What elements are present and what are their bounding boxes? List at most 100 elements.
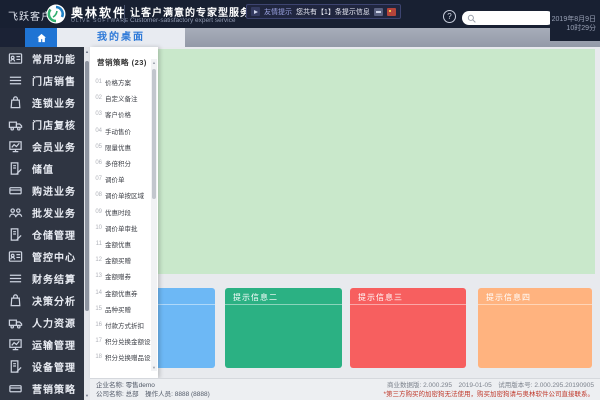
help-icon[interactable]: ? bbox=[443, 10, 456, 23]
item-label: 调价单按区域 bbox=[105, 193, 144, 201]
prompt-card-title: 提示信息四 bbox=[478, 288, 592, 305]
tab-my-desktop[interactable]: 我的桌面 bbox=[57, 28, 185, 47]
submenu-title: 营销策略 (23) bbox=[97, 58, 147, 67]
submenu-item-limited-offer[interactable]: 05 限量优惠 bbox=[94, 139, 158, 155]
item-label: 多倍积分 bbox=[105, 161, 131, 169]
brand-name-en: OLIVE SOFTWARE bbox=[71, 18, 130, 24]
cn-flag-icon bbox=[386, 7, 396, 16]
truck-icon bbox=[8, 117, 23, 132]
scrollbar-thumb[interactable] bbox=[85, 61, 89, 311]
collapse-icon[interactable] bbox=[373, 7, 383, 16]
item-number: 11 bbox=[95, 240, 102, 247]
submenu-item-multi-points[interactable]: 06 多倍积分 bbox=[94, 155, 158, 171]
submenu-item-price-adjust[interactable]: 07 调价单 bbox=[94, 171, 158, 187]
item-number: 04 bbox=[95, 127, 102, 134]
submenu-item-price-plan[interactable]: 01 价格方案 bbox=[94, 74, 158, 90]
sidebar-item-purchasing[interactable]: 购进业务 bbox=[0, 179, 90, 201]
prompt-panel-large[interactable] bbox=[157, 49, 595, 274]
menu-lines-icon bbox=[8, 271, 23, 286]
scroll-up-icon[interactable]: ▲ bbox=[151, 60, 157, 65]
submenu-item-payment-discount[interactable]: 16 付款方式折扣 bbox=[94, 317, 158, 333]
sidebar-item-stored-value[interactable]: 储值 bbox=[0, 157, 90, 179]
scrollbar-thumb[interactable] bbox=[152, 69, 156, 199]
home-icon bbox=[34, 32, 49, 44]
prompt-card-4[interactable]: 提示信息四 bbox=[478, 288, 592, 368]
submenu-item-points-gift[interactable]: 18 积分兑换赠品设置 bbox=[94, 349, 158, 365]
item-number: 12 bbox=[95, 257, 102, 264]
sidebar-item-label: 常用功能 bbox=[32, 54, 76, 66]
sidebar-item-finance-settlement[interactable]: 财务结算 bbox=[0, 267, 90, 289]
tab-row-corner bbox=[0, 28, 25, 47]
item-number: 09 bbox=[95, 208, 102, 215]
prompt-card-2[interactable]: 提示信息二 bbox=[225, 288, 342, 368]
submenu-item-manual-price[interactable]: 04 手动售价 bbox=[94, 123, 158, 139]
sidebar-item-label: 储值 bbox=[32, 164, 54, 176]
sidebar-item-human-resources[interactable]: 人力资源 bbox=[0, 311, 90, 333]
doc-edit-icon bbox=[8, 359, 23, 374]
submenu-item-points-amount[interactable]: 17 积分兑换金额设置 bbox=[94, 333, 158, 349]
item-number: 16 bbox=[95, 321, 102, 328]
truck-icon bbox=[8, 315, 23, 330]
search-box bbox=[462, 11, 554, 25]
sidebar-item-chain-business[interactable]: 连锁业务 bbox=[0, 91, 90, 113]
submenu-item-amount-discount[interactable]: 11 金额优惠 bbox=[94, 236, 158, 252]
version-info: 商业数据版: 2.000.295 2019-01-05 试用版本号: 2.000… bbox=[386, 382, 594, 389]
play-icon[interactable] bbox=[251, 7, 260, 16]
notification-message[interactable]: 您共有【1】条提示信息 bbox=[296, 7, 370, 17]
sidebar-item-control-center[interactable]: 管控中心 bbox=[0, 245, 90, 267]
id-card-icon bbox=[8, 51, 23, 66]
sidebar-item-common-functions[interactable]: 常用功能 bbox=[0, 47, 90, 69]
submenu-item-amount-gift[interactable]: 12 金额买赠 bbox=[94, 252, 158, 268]
notification-bar[interactable]: 友情提示 您共有【1】条提示信息 bbox=[246, 4, 401, 19]
sidebar-item-marketing-strategy[interactable]: 营销策略 bbox=[0, 377, 90, 399]
sidebar-item-label: 决策分析 bbox=[32, 296, 76, 308]
bag-icon bbox=[8, 293, 23, 308]
search-input[interactable] bbox=[476, 12, 551, 24]
sidebar-item-transport[interactable]: 运输管理 bbox=[0, 333, 90, 355]
brand-slogan-en: Customer-satisfactory expert service bbox=[130, 17, 236, 24]
submenu-item-custom-note[interactable]: 02 自定义备注 bbox=[94, 90, 158, 106]
sidebar-item-label: 管控中心 bbox=[32, 252, 76, 264]
submenu-scrollbar[interactable]: ▲ ▼ bbox=[151, 59, 157, 371]
submenu-item-price-adjust-approve[interactable]: 10 调价单审批 bbox=[94, 220, 158, 236]
submenu-item-amount-coupon-gift[interactable]: 13 金额赠券 bbox=[94, 268, 158, 284]
sidebar-item-equipment[interactable]: 设备管理 bbox=[0, 355, 90, 377]
branch-operator: 公司名称: 总部 操作人员: 8888 (8888) bbox=[96, 391, 210, 398]
sidebar-item-wholesale[interactable]: 批发业务 bbox=[0, 201, 90, 223]
bag-icon bbox=[8, 95, 23, 110]
sidebar-item-label: 会员业务 bbox=[32, 142, 76, 154]
item-number: 01 bbox=[95, 79, 102, 86]
submenu-item-variety-gift[interactable]: 15 品种买赠 bbox=[94, 301, 158, 317]
sidebar-item-label: 设备管理 bbox=[32, 362, 76, 374]
submenu-item-amount-coupon[interactable]: 14 金额优惠券 bbox=[94, 284, 158, 300]
search-icon bbox=[467, 14, 476, 23]
sidebar-item-label: 批发业务 bbox=[32, 208, 76, 220]
item-label: 手动售价 bbox=[105, 128, 131, 136]
submenu-item-price-adjust-region[interactable]: 08 调价单按区域 bbox=[94, 187, 158, 203]
item-label: 积分兑换赠品设置 bbox=[105, 355, 157, 363]
sidebar-item-warehouse[interactable]: 仓储管理 bbox=[0, 223, 90, 245]
submenu-item-customer-price[interactable]: 03 客户价格 bbox=[94, 106, 158, 122]
card-icon bbox=[8, 183, 23, 198]
item-number: 18 bbox=[95, 354, 102, 361]
menu-lines-icon bbox=[8, 73, 23, 88]
sidebar-item-store-review[interactable]: 门店复核 bbox=[0, 113, 90, 135]
datetime-display: 2019年8月9日 10时29分 bbox=[550, 0, 600, 41]
time-text: 10时29分 bbox=[566, 25, 596, 32]
prompt-card-3[interactable]: 提示信息三 bbox=[350, 288, 466, 368]
submenu-item-discount-period[interactable]: 09 优惠时段 bbox=[94, 204, 158, 220]
sidebar-item-label: 门店复核 bbox=[32, 120, 76, 132]
sidebar-item-store-sales[interactable]: 门店销售 bbox=[0, 69, 90, 91]
item-label: 金额买赠 bbox=[105, 258, 131, 266]
olive-software-logo-icon bbox=[46, 4, 66, 24]
sidebar-item-member-business[interactable]: 会员业务 bbox=[0, 135, 90, 157]
notification-label: 友情提示 bbox=[264, 8, 292, 16]
scroll-down-icon[interactable]: ▼ bbox=[151, 365, 157, 370]
item-number: 03 bbox=[95, 111, 102, 118]
doc-edit-icon bbox=[8, 161, 23, 176]
sidebar-item-label: 连锁业务 bbox=[32, 98, 76, 110]
home-button[interactable] bbox=[25, 28, 57, 47]
sidebar-item-label: 仓储管理 bbox=[32, 230, 76, 242]
app-window: 飞跃客户端 奥林软件 OLIVE SOFTWARE 让客户满意的专家型服务 Cu… bbox=[0, 0, 600, 400]
sidebar-item-decision-analysis[interactable]: 决策分析 bbox=[0, 289, 90, 311]
